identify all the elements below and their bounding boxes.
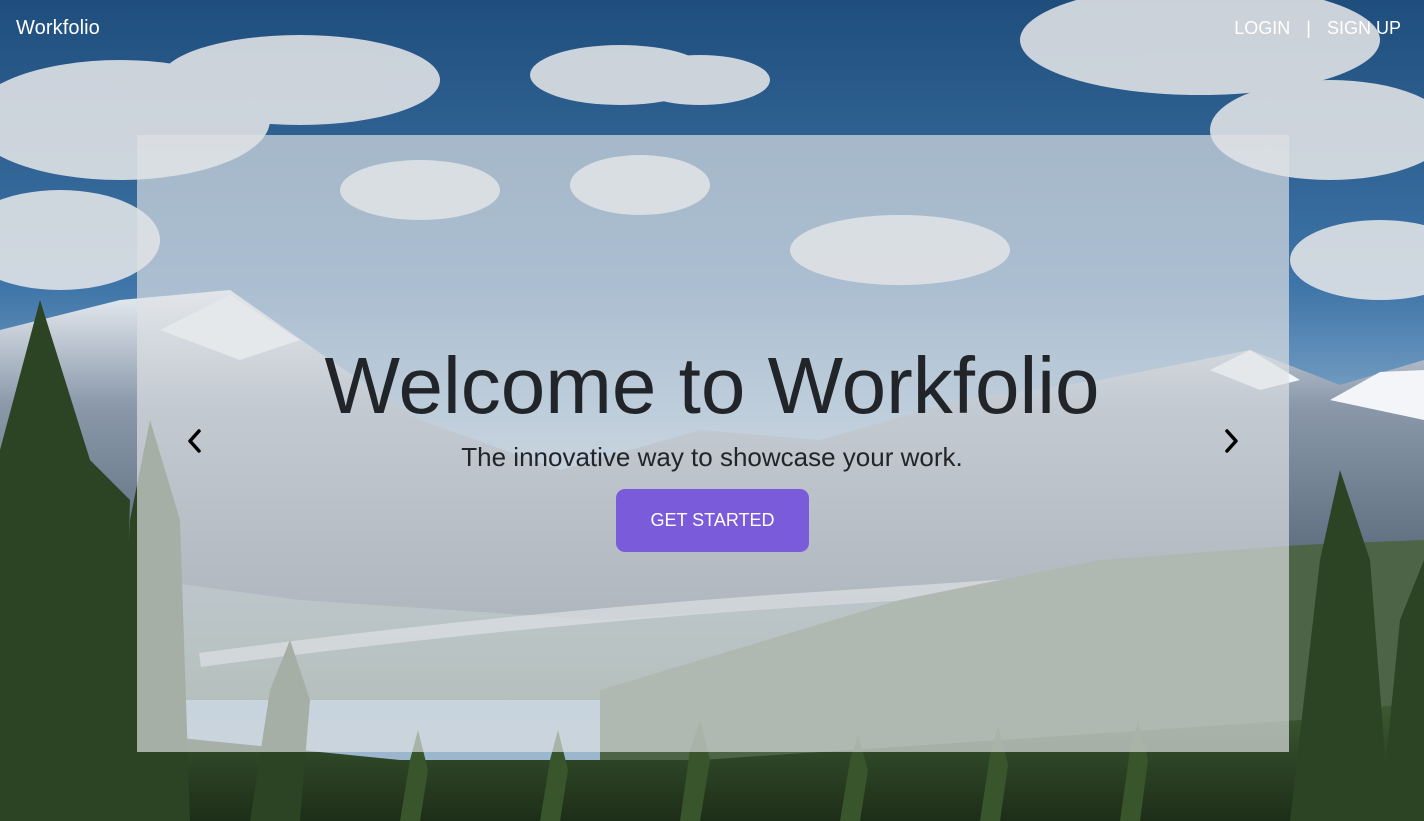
brand-logo-link[interactable]: Workfolio	[16, 17, 100, 40]
hero-title: Welcome to Workfolio	[324, 341, 1100, 430]
hero-subtitle: The innovative way to showcase your work…	[461, 442, 963, 472]
landing-page: Workfolio LOGIN | SIGN UP Welcome to Wor…	[0, 0, 1424, 821]
signup-link[interactable]: SIGN UP	[1327, 18, 1401, 39]
login-link[interactable]: LOGIN	[1234, 18, 1290, 39]
top-navbar: Workfolio LOGIN | SIGN UP	[0, 0, 1424, 58]
nav-separator: |	[1306, 18, 1311, 38]
get-started-button[interactable]: GET STARTED	[616, 489, 809, 552]
auth-links: LOGIN | SIGN UP	[1234, 18, 1401, 39]
